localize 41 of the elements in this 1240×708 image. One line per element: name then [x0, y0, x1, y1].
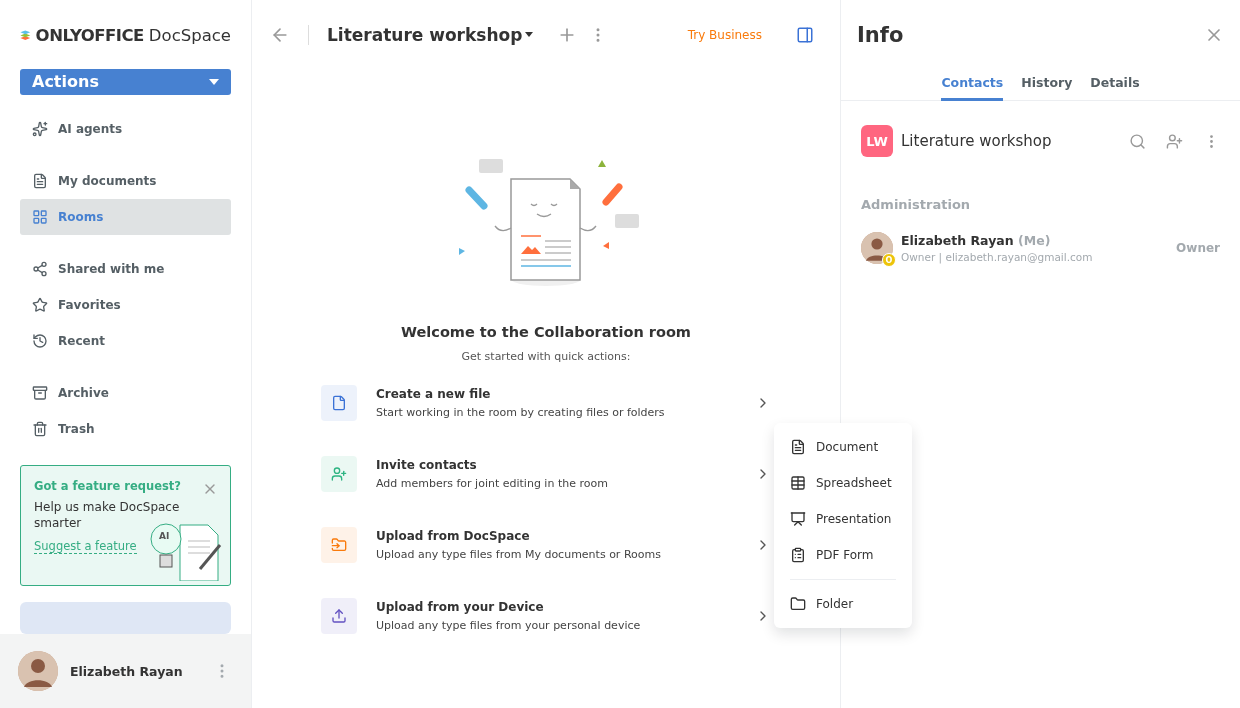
sidebar-item[interactable]: Archive [20, 375, 231, 411]
member-role: Owner [1176, 241, 1220, 255]
tab[interactable]: Contacts [941, 70, 1004, 101]
sidebar-item[interactable]: Shared with me [20, 251, 231, 287]
action-title[interactable]: Upload from your Device [376, 600, 736, 614]
sidebar-item[interactable]: Trash [20, 411, 231, 447]
card-text: Help us make DocSpace smarter [34, 499, 181, 531]
action-title[interactable]: Invite contacts [376, 458, 736, 472]
owner-badge: O [882, 253, 896, 267]
sidebar-item[interactable]: My documents [20, 163, 231, 199]
tab[interactable]: History [1021, 70, 1073, 101]
room-name: Literature workshop [901, 132, 1053, 150]
sidebar-item[interactable]: Recent [20, 323, 231, 359]
menu-item[interactable]: PDF Form [774, 537, 912, 573]
bulb-label: AI [159, 530, 170, 541]
menu-item[interactable]: Spreadsheet [774, 465, 912, 501]
tab[interactable]: Details [1090, 70, 1140, 101]
action-description: Start working in the room by creating files or folders [376, 406, 666, 419]
member-name: Elizabeth Rayan (Me) [901, 233, 1052, 248]
empty-title: Welcome to the Collaboration room [401, 324, 691, 340]
section-heading: Administration [860, 196, 972, 212]
member-details: Owner | elizabeth.rayan@gmail.com [901, 251, 1094, 263]
sidebar-item[interactable]: Favorites [20, 287, 231, 323]
menu-item[interactable]: Folder [774, 586, 912, 622]
sidebar-item[interactable]: AI agents [20, 111, 231, 147]
room-title[interactable]: Literature workshop [327, 25, 536, 45]
action-description: Upload any type files from My documents or Rooms [376, 548, 662, 561]
action-description: Upload any type files from your personal device [376, 619, 642, 632]
room-logo: LW [861, 125, 893, 157]
action-title[interactable]: Upload from DocSpace [376, 529, 736, 543]
brand-name: ONLYOFFICE [35, 25, 144, 45]
card-title: Got a feature request? [34, 479, 183, 493]
product-name: DocSpace [148, 25, 231, 45]
action-title[interactable]: Create a new file [376, 387, 736, 401]
menu-item[interactable]: Presentation [774, 501, 912, 537]
user-name: Elizabeth Rayan [70, 663, 184, 679]
empty-subtitle: Get started with quick actions: [461, 350, 631, 363]
actions-button[interactable]: Actions [20, 69, 231, 95]
action-description: Add members for joint editing in the room [376, 477, 609, 490]
menu-item[interactable]: Document [774, 429, 912, 465]
panel-title: Info [857, 23, 904, 47]
